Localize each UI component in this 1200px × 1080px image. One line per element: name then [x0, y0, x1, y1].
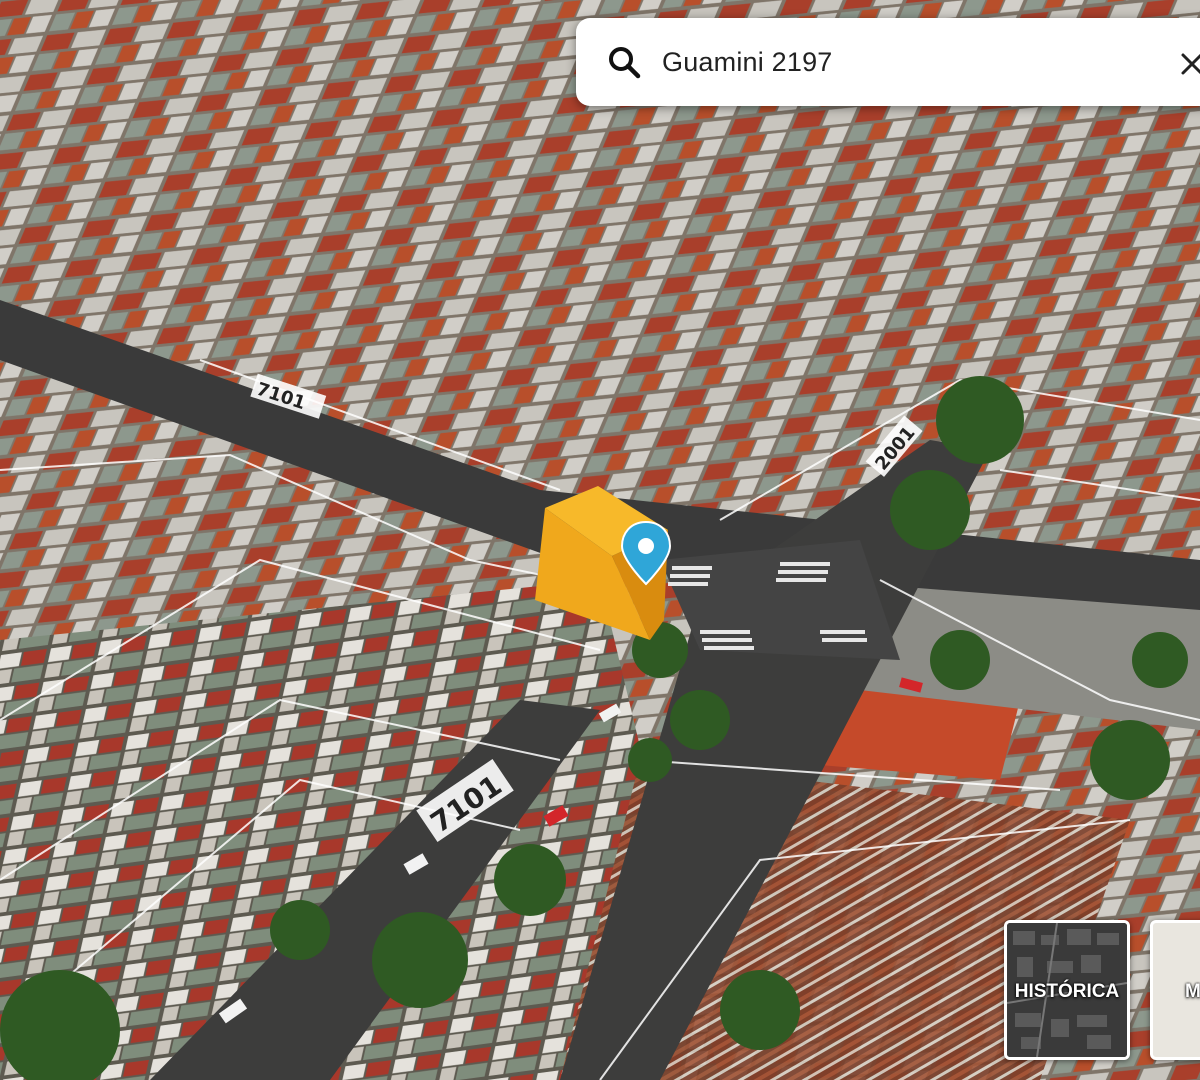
- search-icon[interactable]: [606, 44, 642, 80]
- layer-tile-historica[interactable]: HISTÓRICA: [1004, 920, 1130, 1060]
- layer-tile-map[interactable]: M: [1150, 920, 1200, 1060]
- map-3d-view[interactable]: 7101 2001 7101: [0, 0, 1200, 1080]
- search-bar[interactable]: Guamini 2197: [576, 18, 1200, 106]
- layer-tile-historica-label: HISTÓRICA: [1014, 981, 1120, 1002]
- close-icon[interactable]: [1180, 52, 1200, 76]
- search-input[interactable]: Guamini 2197: [662, 18, 833, 106]
- layer-tile-map-label: M: [1185, 981, 1200, 1002]
